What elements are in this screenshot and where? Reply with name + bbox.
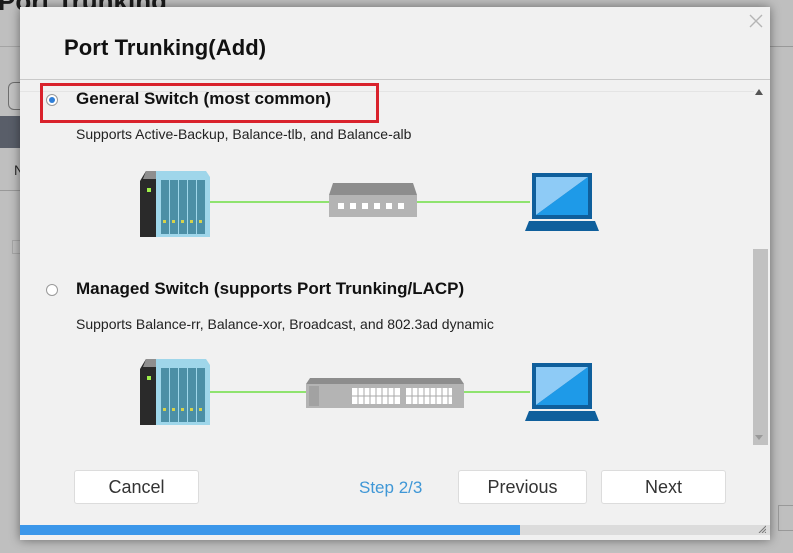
port-trunking-add-dialog: Port Trunking(Add) General Switch (most …	[20, 7, 770, 540]
scroll-track[interactable]	[752, 99, 768, 445]
nas-icon	[140, 359, 210, 425]
next-button[interactable]: Next	[601, 470, 726, 504]
managed-switch-radio[interactable]	[46, 284, 58, 296]
general-switch-description: Supports Active-Backup, Balance-tlb, and…	[76, 126, 412, 142]
previous-button[interactable]: Previous	[458, 470, 587, 504]
general-switch-label[interactable]: General Switch (most common)	[76, 89, 331, 109]
managed-switch-label[interactable]: Managed Switch (supports Port Trunking/L…	[76, 279, 464, 299]
general-switch-diagram	[20, 159, 720, 249]
nas-icon	[140, 171, 210, 237]
general-switch-radio[interactable]	[46, 94, 58, 106]
step-indicator: Step 2/3	[359, 478, 423, 497]
resize-grip-icon[interactable]	[758, 525, 766, 533]
link-line	[462, 391, 530, 393]
link-line	[208, 201, 330, 203]
managed-switch-diagram	[20, 349, 720, 439]
content-scrollbar[interactable]	[752, 81, 768, 451]
scroll-up-arrow-icon[interactable]	[755, 89, 763, 95]
managed-switch-description: Supports Balance-rr, Balance-xor, Broadc…	[76, 316, 494, 332]
wizard-progress-bar	[20, 525, 770, 535]
managed-switch-icon	[306, 378, 464, 408]
switch-type-options: General Switch (most common) Supports Ac…	[20, 81, 770, 451]
laptop-icon	[525, 363, 599, 421]
dialog-title: Port Trunking(Add)	[64, 35, 267, 60]
scroll-thumb[interactable]	[753, 249, 768, 445]
title-divider	[20, 79, 770, 80]
close-button[interactable]	[748, 13, 764, 29]
unmanaged-switch-icon	[329, 183, 417, 217]
wizard-progress-fill	[20, 525, 521, 535]
link-line	[415, 201, 530, 203]
close-icon	[749, 14, 763, 28]
cancel-button[interactable]: Cancel	[74, 470, 199, 504]
link-line	[208, 391, 308, 393]
laptop-icon	[525, 173, 599, 231]
scroll-down-arrow-icon[interactable]	[755, 435, 763, 440]
